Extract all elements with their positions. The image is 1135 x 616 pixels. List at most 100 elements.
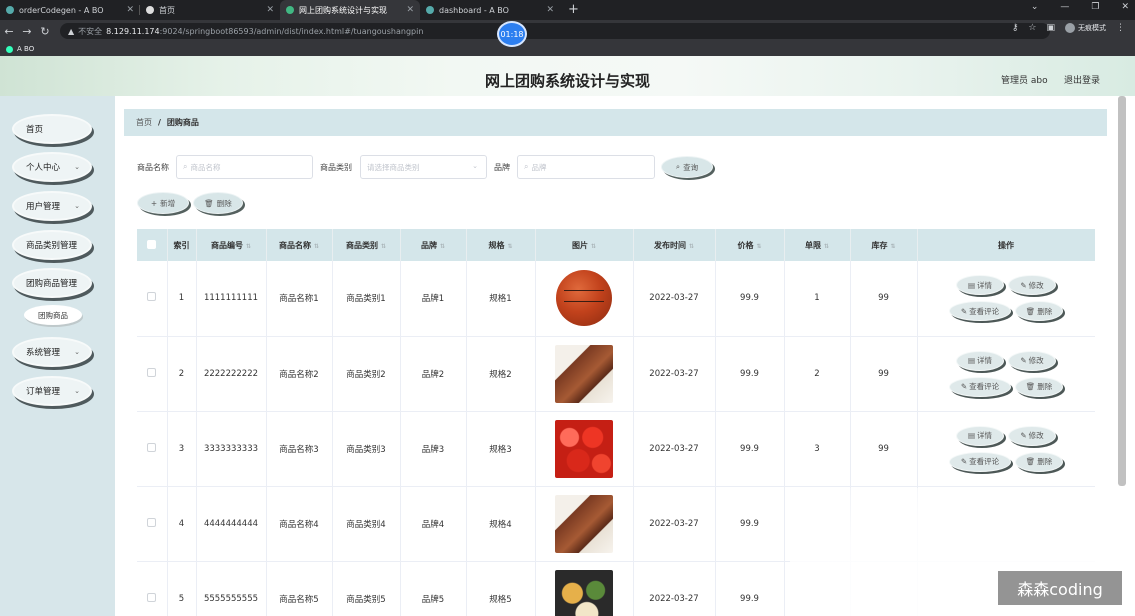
window-controls: ⌄ — ❐ ✕: [1031, 2, 1129, 12]
row-checkbox[interactable]: [137, 561, 168, 616]
view-comments-button[interactable]: ✎ 查看评论: [949, 301, 1011, 322]
key-icon[interactable]: ⚷: [1012, 23, 1019, 33]
close-icon[interactable]: ✕: [546, 5, 554, 15]
delete-button[interactable]: 🗑 删除: [1015, 301, 1063, 322]
brand-search-input[interactable]: ⌕ 品牌: [517, 155, 655, 179]
column-header[interactable]: 图片 ⇅: [535, 229, 634, 261]
sidebar-item-system[interactable]: 系统管理 ⌄: [12, 337, 92, 367]
row-checkbox[interactable]: [137, 261, 168, 337]
batch-delete-button[interactable]: 🗑 删除: [193, 192, 243, 214]
select-all-checkbox[interactable]: [137, 229, 168, 261]
document-icon: ▤: [967, 431, 976, 440]
column-header[interactable]: 库存 ⇅: [850, 229, 918, 261]
cell-spec: 规格1: [466, 261, 536, 337]
column-header[interactable]: 商品类别 ⇅: [332, 229, 401, 261]
browser-tab[interactable]: orderCodegen - A BO ✕: [0, 0, 140, 20]
cell-name: 商品名称5: [266, 561, 333, 616]
cell-index: 3: [167, 411, 197, 487]
cell-name: 商品名称2: [266, 336, 333, 412]
cell-image: [535, 336, 634, 412]
column-header[interactable]: 价格 ⇅: [715, 229, 785, 261]
cell-spec: 规格5: [466, 561, 536, 616]
category-select[interactable]: 请选择商品类别 ⌄: [360, 155, 487, 179]
forward-icon[interactable]: →: [18, 25, 36, 38]
close-icon[interactable]: ✕: [266, 5, 274, 15]
sort-icon: ⇅: [380, 242, 387, 250]
browser-tab-active[interactable]: 网上团购系统设计与实现 ✕: [280, 0, 420, 20]
column-header[interactable]: 单限 ⇅: [784, 229, 851, 261]
bookmark-item[interactable]: A BO: [17, 45, 34, 53]
chevron-down-icon: ⌄: [74, 387, 80, 395]
cell-code: 5555555555: [196, 561, 267, 616]
sidebar-item-profile[interactable]: 个人中心 ⌄: [12, 152, 92, 182]
column-header[interactable]: 品牌 ⇅: [400, 229, 467, 261]
restore-icon[interactable]: ❐: [1091, 2, 1099, 12]
edit-button[interactable]: ✎ 修改: [1008, 275, 1056, 296]
chevron-down-icon[interactable]: ⌄: [1031, 2, 1039, 12]
menu-icon[interactable]: ⋮: [1116, 23, 1125, 33]
sort-icon: ⇅: [507, 242, 513, 250]
star-icon[interactable]: ☆: [1028, 23, 1036, 33]
add-button[interactable]: + 新增: [137, 192, 189, 214]
sidepanel-icon[interactable]: ▣: [1046, 23, 1055, 33]
row-checkbox[interactable]: [137, 336, 168, 412]
cell-name: 商品名称1: [266, 261, 333, 337]
detail-button[interactable]: ▤ 详情: [956, 275, 1004, 296]
sidebar-item-users[interactable]: 用户管理 ⌄: [12, 191, 92, 221]
column-header[interactable]: 发布时间 ⇅: [633, 229, 716, 261]
back-icon[interactable]: ←: [0, 25, 18, 38]
close-icon[interactable]: ✕: [406, 5, 414, 15]
browser-tab-bar: orderCodegen - A BO ✕ 首页 ✕ 网上团购系统设计与实现 ✕ da…: [0, 0, 1135, 20]
cell-stock: 99: [850, 336, 918, 412]
cell-name: 商品名称3: [266, 411, 333, 487]
sidebar-subitem-group-goods[interactable]: 团购商品: [24, 305, 82, 325]
bookmark-icon: [6, 45, 13, 53]
cell-code: 4444444444: [196, 486, 267, 562]
view-comments-button[interactable]: ✎ 查看评论: [949, 376, 1011, 397]
new-tab-button[interactable]: +: [560, 0, 587, 20]
scrollbar[interactable]: [1118, 96, 1126, 486]
breadcrumb-current: 团购商品: [166, 118, 199, 127]
browser-tab[interactable]: dashboard - A BO ✕: [420, 0, 560, 20]
incognito-icon: [1065, 23, 1075, 33]
column-header[interactable]: 规格 ⇅: [466, 229, 536, 261]
browser-tab[interactable]: 首页 ✕: [140, 0, 280, 20]
row-checkbox[interactable]: [137, 486, 168, 562]
plus-icon: +: [150, 198, 158, 208]
logout-link[interactable]: 退出登录: [1064, 73, 1100, 86]
cell-limit: 2: [784, 336, 851, 412]
search-button[interactable]: ⌕ 查询: [661, 156, 713, 178]
sort-icon: ⇅: [313, 242, 320, 250]
column-header[interactable]: 商品名称 ⇅: [266, 229, 333, 261]
url-input[interactable]: ▲ 不安全 8.129.11.174 :9024/springboot86593…: [60, 23, 1050, 39]
row-checkbox[interactable]: [137, 411, 168, 487]
sort-icon: ⇅: [245, 242, 252, 250]
close-icon[interactable]: ✕: [1121, 2, 1129, 12]
minimize-icon[interactable]: —: [1060, 2, 1069, 12]
cell-brand: 品牌1: [400, 261, 467, 337]
cell-brand: 品牌5: [400, 561, 467, 616]
sidebar-item-category[interactable]: 商品类别管理: [12, 230, 92, 260]
reload-icon[interactable]: ↻: [36, 25, 54, 38]
sidebar-item-orders[interactable]: 订单管理 ⌄: [12, 376, 92, 406]
detail-button[interactable]: ▤ 详情: [956, 425, 1004, 446]
current-user: 管理员 abo: [1001, 76, 1048, 86]
breadcrumb-home[interactable]: 首页: [136, 117, 152, 128]
chevron-down-icon: ⌄: [472, 162, 478, 170]
delete-button[interactable]: 🗑 删除: [1015, 376, 1063, 397]
profile-button[interactable]: 无痕模式: [1065, 23, 1106, 33]
detail-button[interactable]: ▤ 详情: [956, 350, 1004, 371]
page-title: 网上团购系统设计与实现: [484, 72, 650, 90]
close-icon[interactable]: ✕: [126, 5, 134, 15]
sidebar-item-group-goods[interactable]: 团购商品管理: [12, 268, 92, 298]
sidebar-item-home[interactable]: 首页: [12, 114, 92, 144]
delete-button[interactable]: 🗑 删除: [1015, 451, 1063, 472]
edit-button[interactable]: ✎ 修改: [1008, 425, 1056, 446]
column-header[interactable]: 商品编号 ⇅: [196, 229, 267, 261]
cell-category: 商品类别4: [332, 486, 401, 562]
view-comments-button[interactable]: ✎ 查看评论: [949, 451, 1011, 472]
edit-button[interactable]: ✎ 修改: [1008, 350, 1056, 371]
table-header-row: 索引 商品编号 ⇅ 商品名称 ⇅ 商品类别 ⇅ 品牌 ⇅ 规格 ⇅ 图片 ⇅ 发布时间 ⇅ 价…: [137, 229, 1095, 261]
name-search-input[interactable]: ⌕ 商品名称: [176, 155, 313, 179]
cell-image: [535, 261, 634, 337]
